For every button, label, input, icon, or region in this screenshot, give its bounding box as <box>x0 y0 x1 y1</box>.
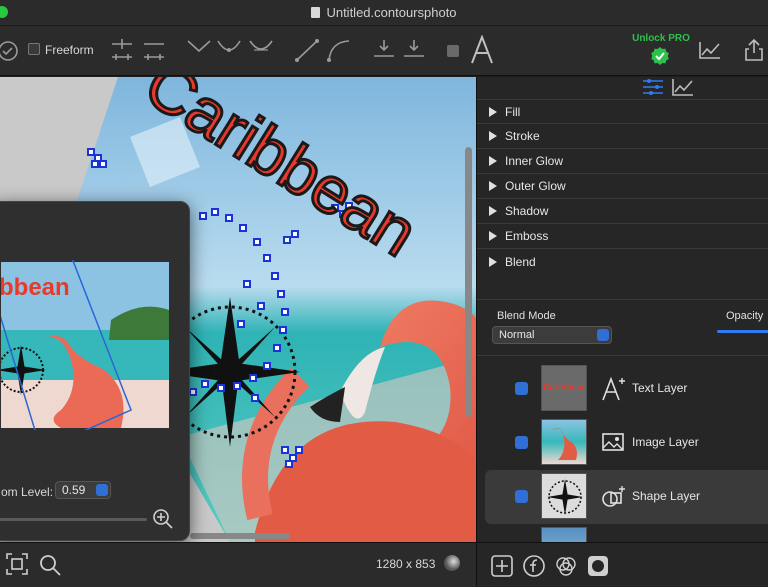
layer-visibility-checkbox[interactable] <box>515 436 528 449</box>
layer-thumbnail <box>541 419 587 465</box>
effect-label: Blend <box>505 254 536 269</box>
share-icon[interactable] <box>744 38 764 62</box>
add-point-icon[interactable] <box>110 38 134 62</box>
disclosure-triangle-icon <box>489 231 497 241</box>
align-bottom-icon[interactable] <box>402 38 426 62</box>
layer-thumbnail: Caribbean <box>541 365 587 411</box>
vertical-scrollbar[interactable] <box>465 147 472 417</box>
zoom-search-icon[interactable] <box>38 553 62 577</box>
horizontal-scrollbar[interactable] <box>190 533 290 539</box>
square-shape-icon[interactable] <box>446 44 460 58</box>
effect-stroke[interactable]: Stroke <box>477 124 768 149</box>
align-top-icon[interactable] <box>372 38 396 62</box>
effect-label: Stroke <box>505 129 540 143</box>
check-circle-icon[interactable] <box>0 40 20 62</box>
render-status-icon <box>444 555 460 571</box>
effect-label: Inner Glow <box>505 154 564 168</box>
navigator-thumbnail-text: bbean <box>1 274 70 301</box>
layer-row-shape[interactable]: Shape Layer <box>485 470 768 524</box>
zoom-level-select[interactable]: 0.59 <box>55 481 111 499</box>
navigator-thumbnail[interactable]: bbean <box>1 260 169 430</box>
layer-row-text[interactable]: Caribbean Text Layer <box>485 362 768 416</box>
curve-corner-icon[interactable] <box>186 38 212 58</box>
fit-to-screen-icon[interactable] <box>6 553 28 575</box>
opacity-slider[interactable] <box>717 330 768 333</box>
chart-icon[interactable] <box>698 40 722 60</box>
layer-thumbnail <box>541 473 587 519</box>
effect-label: Fill <box>505 104 521 119</box>
zoom-popover: bbean om Level: 0.59 <box>0 201 190 541</box>
curve-smooth-icon[interactable] <box>216 38 242 58</box>
blend-mode-value: Normal <box>499 329 535 341</box>
disclosure-triangle-icon <box>489 256 497 267</box>
layer-visibility-checkbox[interactable] <box>515 490 528 503</box>
chevron-down-icon <box>96 484 108 496</box>
curve-symmetric-icon[interactable] <box>248 38 274 58</box>
blend-mode-label: Blend Mode <box>497 310 556 322</box>
remove-point-icon[interactable] <box>142 38 166 62</box>
effect-shadow[interactable]: Shadow <box>477 199 768 224</box>
panel-bottom-bar <box>477 542 768 587</box>
toolbar: Freeform Unlock PRO <box>0 26 768 76</box>
effect-emboss[interactable]: Emboss <box>477 224 768 249</box>
blend-section: Blend Mode Normal Opacity <box>477 299 768 355</box>
layer-name: Shape Layer <box>632 489 701 503</box>
layer-row-image[interactable]: Image Layer <box>485 416 768 470</box>
text-tool-icon[interactable] <box>470 35 494 65</box>
add-layer-icon[interactable] <box>491 555 513 577</box>
title-bar: Untitled.contoursphoto <box>0 0 768 26</box>
opacity-label: Opacity <box>726 310 764 322</box>
effect-outer-glow[interactable]: Outer Glow <box>477 174 768 199</box>
inspector-tabs <box>477 77 768 99</box>
mask-icon[interactable] <box>587 555 609 577</box>
layer-name: Image Layer <box>632 435 699 449</box>
effect-label: Emboss <box>505 229 549 243</box>
blend-mode-select[interactable]: Normal <box>492 326 612 344</box>
zoom-slider[interactable] <box>0 518 147 521</box>
window-zoom-button[interactable] <box>0 6 8 18</box>
disclosure-triangle-icon <box>489 206 497 216</box>
disclosure-triangle-icon <box>489 181 497 191</box>
window-title: Untitled.contoursphoto <box>326 5 457 20</box>
bottom-bar: 1280 x 853 <box>0 542 476 587</box>
freeform-label: Freeform <box>45 43 94 57</box>
text-layer-icon <box>601 376 627 405</box>
line-icon[interactable] <box>294 38 320 64</box>
inspector-panel: Fill Stroke Inner Glow Outer Glow Shadow… <box>476 77 768 587</box>
blend-circles-icon[interactable] <box>555 555 577 577</box>
layer-list: Caribbean Text Layer Image Layer Shape L… <box>477 355 768 545</box>
layer-name: Text Layer <box>632 381 688 395</box>
shape-layer-icon <box>601 484 627 513</box>
effect-label: Outer Glow <box>505 179 566 193</box>
unlock-pro-icon[interactable] <box>650 46 670 66</box>
sliders-tab-icon[interactable] <box>641 77 665 97</box>
function-icon[interactable] <box>523 555 545 577</box>
disclosure-triangle-icon <box>489 106 497 117</box>
zoom-in-icon[interactable] <box>151 507 175 534</box>
effect-inner-glow[interactable]: Inner Glow <box>477 149 768 174</box>
image-canvas[interactable]: Caribbean bbean om Level: 0.59 <box>0 77 476 542</box>
document-icon <box>311 7 321 18</box>
chart-tab-icon[interactable] <box>671 77 695 97</box>
image-dimensions: 1280 x 853 <box>376 557 436 571</box>
image-layer-icon <box>601 430 625 457</box>
zoom-level-value: 0.59 <box>62 483 86 497</box>
chevron-updown-icon <box>597 329 609 341</box>
effect-blend[interactable]: Blend <box>477 249 768 274</box>
unlock-pro-label[interactable]: Unlock PRO <box>628 33 694 44</box>
freeform-checkbox[interactable] <box>28 43 40 55</box>
layer-thumbnail-text: Caribbean <box>543 382 587 392</box>
arc-icon[interactable] <box>326 38 352 64</box>
effect-fill[interactable]: Fill <box>477 99 768 124</box>
effect-label: Shadow <box>505 204 549 218</box>
disclosure-triangle-icon <box>489 131 497 141</box>
disclosure-triangle-icon <box>489 156 497 166</box>
layer-visibility-checkbox[interactable] <box>515 382 528 395</box>
zoom-level-label: om Level: <box>1 485 54 499</box>
